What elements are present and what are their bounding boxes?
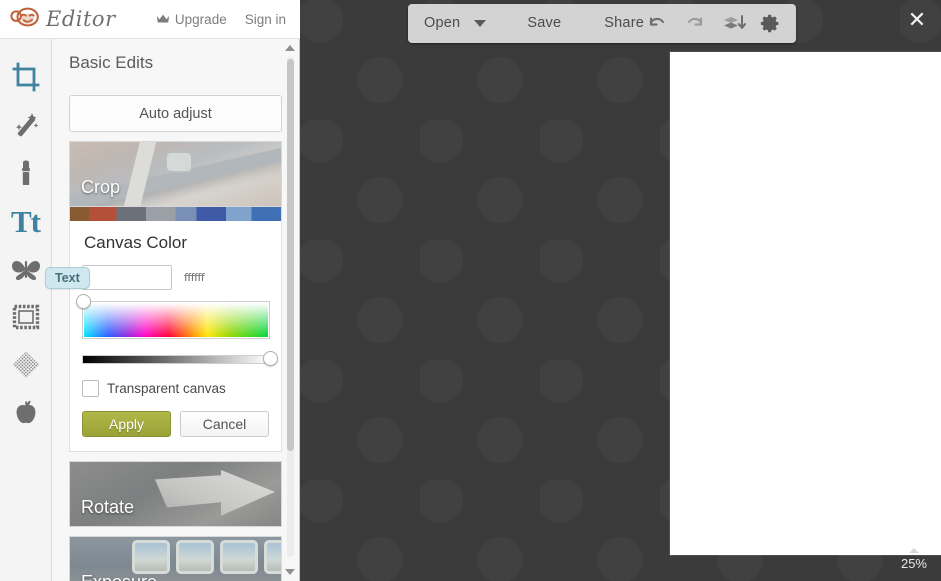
thumbnail-color-strip bbox=[69, 207, 282, 221]
panel-scrollbar[interactable] bbox=[283, 45, 297, 575]
butterfly-icon bbox=[10, 255, 42, 283]
sidebar-item-frames[interactable] bbox=[0, 293, 52, 341]
exposure-thumb-detail bbox=[264, 540, 281, 574]
text-tool-tooltip: Text bbox=[45, 267, 90, 289]
exposure-thumb-detail bbox=[132, 540, 170, 574]
crop-icon bbox=[11, 62, 41, 92]
canvas-workspace[interactable]: 25% bbox=[300, 0, 941, 581]
frame-icon bbox=[11, 302, 41, 332]
apply-button[interactable]: Apply bbox=[82, 411, 171, 437]
save-button[interactable]: Save bbox=[525, 16, 563, 31]
exposure-thumb-detail bbox=[176, 540, 214, 574]
brightness-track[interactable] bbox=[82, 355, 270, 364]
sign-in-button[interactable]: Sign in bbox=[245, 12, 286, 27]
crown-icon bbox=[156, 12, 170, 27]
gear-icon[interactable] bbox=[760, 13, 782, 35]
thumbnail-rotate-label: Rotate bbox=[81, 497, 135, 517]
thumbnail-rotate[interactable]: Rotate bbox=[69, 461, 282, 527]
picmonkey-logo[interactable]: Editor bbox=[10, 5, 116, 34]
transparent-canvas-checkbox[interactable] bbox=[82, 380, 99, 397]
close-button[interactable]: ✕ bbox=[903, 7, 931, 35]
sidebar-item-text[interactable]: Tt bbox=[0, 197, 52, 245]
sidebar-item-themes[interactable] bbox=[0, 389, 52, 437]
panel-scrollbar-thumb[interactable] bbox=[287, 59, 294, 451]
color-spectrum-gradient bbox=[84, 303, 268, 337]
panel-title: Basic Edits bbox=[69, 53, 154, 72]
open-label: Open bbox=[424, 15, 461, 32]
redo-arrow-icon[interactable] bbox=[684, 13, 706, 35]
chevron-up-icon bbox=[908, 548, 919, 553]
thumbnail-crop-label: Crop bbox=[81, 177, 121, 197]
image-canvas[interactable] bbox=[670, 52, 941, 555]
scroll-up-arrow-icon[interactable] bbox=[285, 45, 295, 51]
texture-diamond-icon bbox=[11, 350, 41, 380]
crop-thumb-detail bbox=[164, 150, 193, 173]
zoom-level-label: 25% bbox=[900, 556, 927, 571]
color-spectrum-box[interactable] bbox=[82, 301, 270, 339]
main-toolbar: Open Save Share bbox=[408, 4, 796, 43]
color-spectrum-picker[interactable] bbox=[76, 294, 270, 339]
sidebar-item-overlays[interactable] bbox=[0, 245, 52, 293]
canvas-color-title: Canvas Color bbox=[84, 233, 187, 252]
open-button[interactable]: Open bbox=[422, 15, 487, 32]
sidebar-item-textures[interactable] bbox=[0, 341, 52, 389]
lipstick-icon bbox=[11, 158, 41, 188]
magic-wand-icon bbox=[11, 110, 41, 140]
monkey-logo-icon bbox=[10, 5, 40, 34]
upgrade-button[interactable]: Upgrade bbox=[156, 12, 227, 27]
upgrade-label: Upgrade bbox=[174, 11, 227, 27]
share-button[interactable]: Share bbox=[602, 16, 646, 31]
canvas-color-card: Canvas Color ffffff Transparent canvas A… bbox=[69, 221, 282, 452]
exposure-thumb-detail bbox=[220, 540, 258, 574]
thumbnail-exposure-label: Exposure bbox=[81, 572, 157, 581]
sidebar-item-touch-up-magic[interactable] bbox=[0, 101, 52, 149]
tools-sidebar: Tt bbox=[0, 39, 52, 581]
hex-color-input[interactable] bbox=[82, 265, 172, 290]
brightness-handle[interactable] bbox=[263, 351, 278, 366]
thumbnail-exposure[interactable]: Exposure bbox=[69, 536, 282, 581]
rotate-thumb-detail bbox=[155, 470, 275, 516]
basic-edits-panel: Basic Edits Auto adjust Crop Canvas Colo… bbox=[52, 39, 300, 581]
sidebar-item-crop[interactable] bbox=[0, 53, 52, 101]
hex-color-value: ffffff bbox=[184, 271, 205, 284]
apple-icon bbox=[11, 398, 41, 428]
text-tt-icon: Tt bbox=[11, 203, 41, 239]
sidebar-item-touch-up-lipstick[interactable] bbox=[0, 149, 52, 197]
layers-down-icon[interactable] bbox=[722, 13, 746, 35]
cancel-button[interactable]: Cancel bbox=[180, 411, 269, 437]
auto-adjust-button[interactable]: Auto adjust bbox=[69, 95, 282, 132]
zoom-level-control[interactable]: 25% bbox=[901, 548, 927, 571]
chevron-down-icon[interactable] bbox=[474, 20, 487, 27]
transparent-canvas-row[interactable]: Transparent canvas bbox=[82, 380, 269, 397]
color-spectrum-handle[interactable] bbox=[76, 294, 91, 309]
picmonkey-editor-window: 25% Open Save Share ✕ Editor Upgrade Sig… bbox=[0, 0, 941, 581]
brightness-slider[interactable] bbox=[82, 351, 278, 366]
thumbnail-crop[interactable]: Crop bbox=[69, 141, 282, 207]
logo-text: Editor bbox=[46, 7, 116, 31]
scroll-down-arrow-icon[interactable] bbox=[285, 569, 295, 575]
undo-arrow-icon[interactable] bbox=[646, 13, 668, 35]
app-header: Editor Upgrade Sign in bbox=[0, 0, 300, 39]
transparent-canvas-label: Transparent canvas bbox=[107, 381, 226, 396]
